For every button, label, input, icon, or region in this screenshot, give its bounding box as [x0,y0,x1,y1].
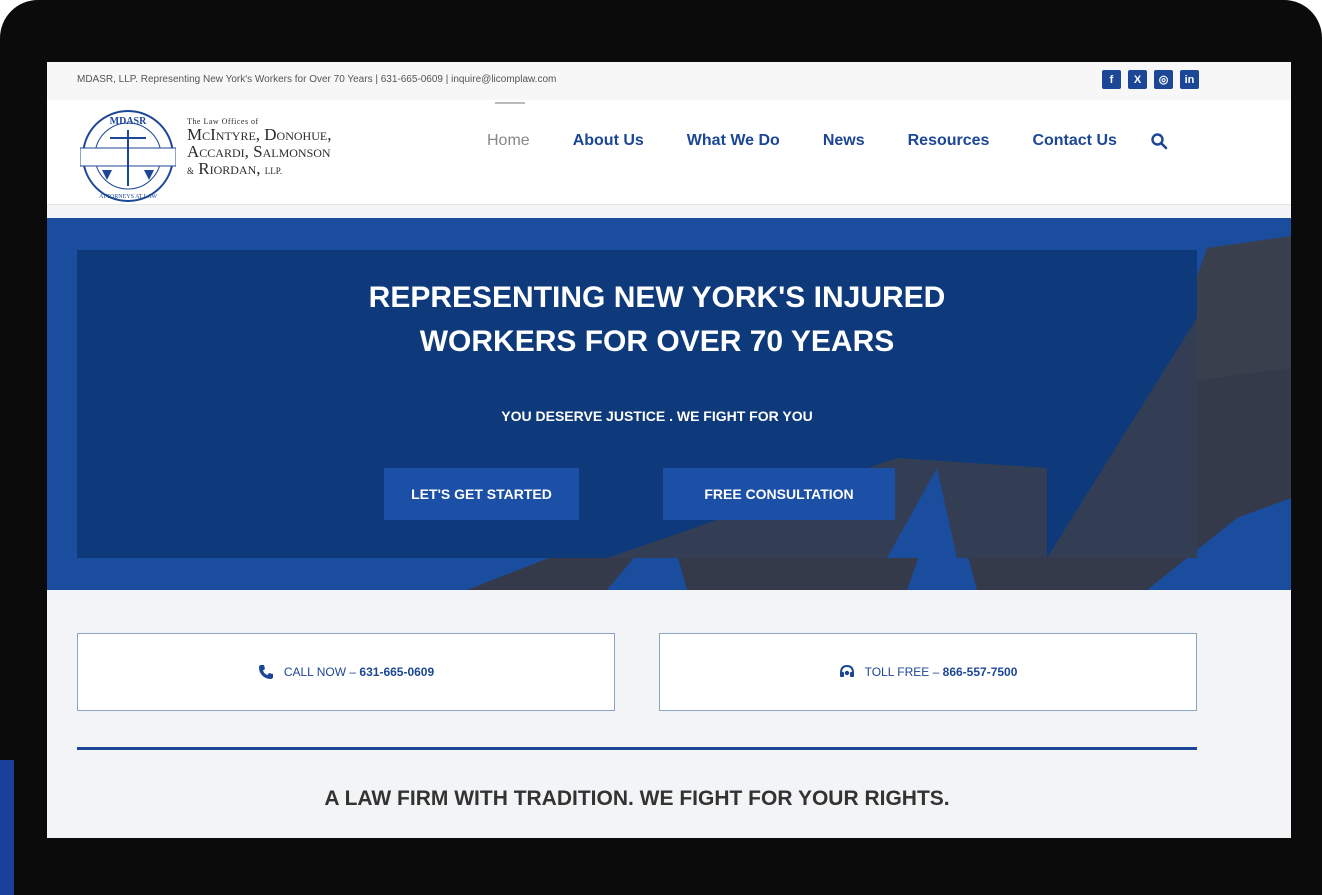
nav-what-we-do[interactable]: What We Do [687,132,780,150]
call-now-label: CALL NOW – [283,665,357,679]
logo-llp: LLP. [264,166,283,176]
hero-subtitle: YOU DESERVE JUSTICE . WE FIGHT FOR YOU [501,408,813,424]
toll-free-label: TOLL FREE – [864,665,940,679]
firm-seal-logo[interactable]: MDASR ATTORNEYS AT LAW [80,108,176,204]
device-frame: MDASR, LLP. Representing New York's Work… [0,0,1322,895]
logo-line-2: Accardi, Salmonson [187,142,331,161]
free-consultation-button[interactable]: FREE CONSULTATION [663,468,895,520]
instagram-icon[interactable]: ◎ [1154,70,1173,89]
hero-title-line-1: REPRESENTING NEW YORK'S INJURED [368,281,946,314]
search-icon[interactable] [1150,132,1168,150]
logo-ampersand: & [187,166,195,176]
headset-icon [839,664,854,677]
logo-riordan: Riordan, [198,159,261,178]
nav-contact-us[interactable]: Contact Us [1032,132,1116,150]
x-icon[interactable]: X [1128,70,1147,89]
nav-news[interactable]: News [823,132,865,150]
logo-line-3: & Riordan, LLP. [187,160,331,177]
toll-free-box[interactable]: TOLL FREE – 866-557-7500 [659,633,1197,711]
device-edge-accent [0,760,14,895]
hero-overlay-shapes [607,318,1197,558]
linkedin-icon[interactable]: in [1180,70,1199,89]
phone-icon [258,665,273,679]
hero-title-line-2: WORKERS FOR OVER 70 YEARS [419,325,895,358]
facebook-icon[interactable]: f [1102,70,1121,89]
seal-bottom-text: ATTORNEYS AT LAW [99,194,157,200]
firm-name-logo[interactable]: The Law Offices of McIntyre, Donohue, Ac… [187,118,332,178]
top-bar-info: MDASR, LLP. Representing New York's Work… [77,74,557,85]
call-now-number[interactable]: 631-665-0609 [359,665,434,679]
social-links: f X ◎ in [1102,70,1199,89]
toll-free-number[interactable]: 866-557-7500 [943,665,1018,679]
nav-resources[interactable]: Resources [908,132,990,150]
seal-top-text: MDASR [110,116,147,127]
website-screen: MDASR, LLP. Representing New York's Work… [47,62,1291,838]
get-started-button[interactable]: LET'S GET STARTED [384,468,579,520]
hero-banner: REPRESENTING NEW YORK'S INJURED WORKERS … [47,218,1291,590]
logo-line-1: McIntyre, Donohue, [187,125,332,144]
site-header: MDASR ATTORNEYS AT LAW The Law Offices o… [47,100,1291,205]
call-now-box[interactable]: CALL NOW – 631-665-0609 [77,633,615,711]
section-divider [77,747,1197,750]
nav-about-us[interactable]: About Us [573,132,644,150]
main-nav: Home About Us What We Do News Resources … [487,102,1168,150]
nav-home[interactable]: Home [487,102,530,150]
top-bar: MDASR, LLP. Representing New York's Work… [47,62,1291,100]
hero-title: REPRESENTING NEW YORK'S INJURED WORKERS … [47,276,1267,364]
tagline-heading: A LAW FIRM WITH TRADITION. WE FIGHT FOR … [324,787,950,810]
